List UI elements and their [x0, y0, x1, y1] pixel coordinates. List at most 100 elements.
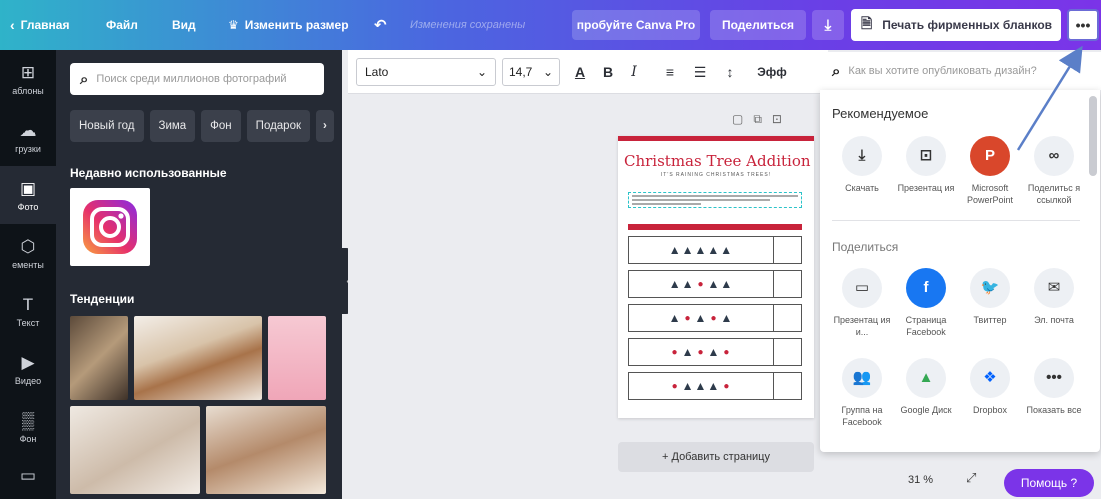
- editor-toolbar: Lato ⌄ 14,7 ⌄ A B I ≡ ☰ ↕ Эфф: [348, 50, 828, 94]
- photo-search-input[interactable]: ⌕ Поиск среди миллионов фотографий: [70, 63, 324, 95]
- folder-icon: ▭: [19, 466, 37, 485]
- align-icon[interactable]: ≡: [658, 60, 682, 84]
- top-bar: ‹ Главная Файл Вид ♛ Изменить размер ↶ И…: [0, 0, 1101, 50]
- present-record-option[interactable]: ▭ Презентац ия и...: [830, 268, 894, 338]
- document-title[interactable]: Christmas Tree Addition: [624, 152, 811, 170]
- download-icon[interactable]: ⤓: [812, 10, 844, 40]
- resize-icon: ♛: [228, 18, 239, 32]
- mail-icon: ✉: [1034, 268, 1074, 308]
- twitter-option[interactable]: 🐦 Твиттер: [958, 268, 1022, 326]
- add-page-icon[interactable]: ⊡: [772, 112, 782, 127]
- photos-panel: ⌕ Поиск среди миллионов фотографий Новый…: [56, 50, 342, 499]
- share-link-option[interactable]: ∞ Поделитьс я ссылкой: [1022, 136, 1086, 206]
- chevron-left-icon: ‹: [10, 17, 15, 33]
- share-button[interactable]: Поделиться: [710, 10, 806, 40]
- table-row[interactable]: ▲ ● ▲ ● ▲: [628, 304, 802, 332]
- publish-search-input[interactable]: ⌕ Как вы хотите опубликовать дизайн?: [820, 52, 1101, 90]
- chevron-right-icon[interactable]: ›: [316, 110, 334, 142]
- document-subtitle[interactable]: IT'S RAINING CHRISTMAS TREES!: [624, 172, 808, 178]
- presentation-option[interactable]: ⊡ Презентац ия: [894, 136, 958, 194]
- tag-chips: Новый год Зима Фон Подарок ›: [70, 110, 334, 142]
- bold-icon[interactable]: B: [596, 60, 620, 84]
- italic-icon[interactable]: I: [622, 60, 646, 84]
- more-icon: •••: [1034, 358, 1074, 398]
- rail-elements[interactable]: ⬡ ементы: [0, 224, 56, 282]
- text-color-icon[interactable]: A: [568, 60, 592, 84]
- powerpoint-option[interactable]: P Microsoft PowerPoint: [958, 136, 1022, 206]
- facebook-page-option[interactable]: f Страница Facebook: [894, 268, 958, 338]
- try-pro-button[interactable]: пробуйте Canva Pro: [572, 10, 700, 40]
- dropbox-icon: ❖: [970, 358, 1010, 398]
- rail-background[interactable]: ▒ Фон: [0, 398, 56, 456]
- duplicate-page-icon[interactable]: ⧉: [753, 112, 762, 127]
- layout-icon: ⊞: [20, 62, 36, 82]
- zoom-level[interactable]: 31 %: [908, 474, 933, 486]
- video-icon: ▶: [21, 352, 35, 372]
- font-size-select[interactable]: 14,7 ⌄: [502, 58, 560, 86]
- download-icon: ⤓: [842, 136, 882, 176]
- table-row[interactable]: ▲▲▲▲▲: [628, 236, 802, 264]
- chip-new-year[interactable]: Новый год: [70, 110, 144, 142]
- email-option[interactable]: ✉ Эл. почта: [1022, 268, 1086, 326]
- trend-photo-3[interactable]: [268, 316, 326, 400]
- trend-photo-5[interactable]: [206, 406, 326, 494]
- add-page-button[interactable]: + Добавить страницу: [618, 442, 814, 472]
- rail-uploads[interactable]: ☁ грузки: [0, 108, 56, 166]
- view-menu[interactable]: Вид: [172, 0, 196, 50]
- font-select[interactable]: Lato ⌄: [356, 58, 496, 86]
- file-menu[interactable]: Файл: [106, 0, 138, 50]
- search-icon: ⌕: [832, 62, 841, 80]
- effects-button[interactable]: Эфф: [752, 60, 792, 84]
- trend-photo-4[interactable]: [70, 406, 200, 494]
- table-header: [628, 224, 802, 230]
- group-icon: 👥: [842, 358, 882, 398]
- drive-icon: ▲: [906, 358, 946, 398]
- link-icon: ∞: [1034, 136, 1074, 176]
- more-options-button[interactable]: •••: [1067, 9, 1099, 41]
- table-row[interactable]: ● ▲ ● ▲ ●: [628, 338, 802, 366]
- note-icon[interactable]: ▢: [732, 112, 743, 127]
- design-canvas: ▢ ⧉ ⊡ Christmas Tree Addition IT'S RAINI…: [348, 94, 818, 499]
- presentation-icon: ⊡: [906, 136, 946, 176]
- facebook-group-option[interactable]: 👥 Группа на Facebook: [830, 358, 894, 428]
- divider: [832, 220, 1080, 221]
- show-all-option[interactable]: ••• Показать все: [1022, 358, 1086, 416]
- elements-icon: ⬡: [20, 236, 36, 256]
- design-page[interactable]: Christmas Tree Addition IT'S RAINING CHR…: [618, 136, 814, 418]
- dropbox-option[interactable]: ❖ Dropbox: [958, 358, 1022, 416]
- left-rail: ⊞ аблоны ☁ грузки ▣ Фото ⬡ ементы T Текст ▶ Ви…: [0, 50, 56, 499]
- chip-winter[interactable]: Зима: [149, 110, 196, 142]
- print-letterhead-button[interactable]: 🗎 Печать фирменных бланков: [851, 9, 1061, 41]
- undo-icon[interactable]: ↶: [374, 0, 387, 50]
- dropdown-scrollbar[interactable]: [1089, 96, 1097, 176]
- recent-title: Недавно использованные: [70, 166, 227, 180]
- trend-photo-1[interactable]: [70, 316, 128, 400]
- recent-instagram-image[interactable]: [70, 188, 150, 266]
- powerpoint-icon: P: [970, 136, 1010, 176]
- background-icon: ▒: [21, 410, 35, 430]
- download-option[interactable]: ⤓ Скачать: [830, 136, 894, 194]
- spacing-icon[interactable]: ↕: [718, 60, 742, 84]
- chip-gift[interactable]: Подарок: [246, 110, 311, 142]
- rail-video[interactable]: ▶ Видео: [0, 340, 56, 398]
- chip-background[interactable]: Фон: [201, 110, 241, 142]
- text-icon: T: [22, 294, 34, 314]
- table-row[interactable]: ● ▲▲▲ ●: [628, 372, 802, 400]
- home-button[interactable]: ‹ Главная: [10, 0, 69, 50]
- twitter-icon: 🐦: [970, 268, 1010, 308]
- resize-button[interactable]: ♛ Изменить размер: [228, 0, 349, 50]
- rail-folder[interactable]: ▭: [0, 456, 56, 499]
- save-status: Изменения сохранены: [410, 19, 526, 31]
- help-button[interactable]: Помощь ?: [1004, 469, 1094, 497]
- rail-text[interactable]: T Текст: [0, 282, 56, 340]
- google-drive-option[interactable]: ▲ Google Диск: [894, 358, 958, 416]
- trend-photo-2[interactable]: [134, 316, 262, 400]
- rail-photos[interactable]: ▣ Фото: [0, 166, 56, 224]
- table-row[interactable]: ▲▲ ● ▲▲: [628, 270, 802, 298]
- page-tools: ▢ ⧉ ⊡: [732, 112, 782, 127]
- instagram-icon: [83, 200, 137, 254]
- fullscreen-icon[interactable]: ⤢: [966, 470, 976, 486]
- rail-templates[interactable]: ⊞ аблоны: [0, 50, 56, 108]
- list-icon[interactable]: ☰: [688, 60, 712, 84]
- document-body-text[interactable]: [628, 192, 802, 208]
